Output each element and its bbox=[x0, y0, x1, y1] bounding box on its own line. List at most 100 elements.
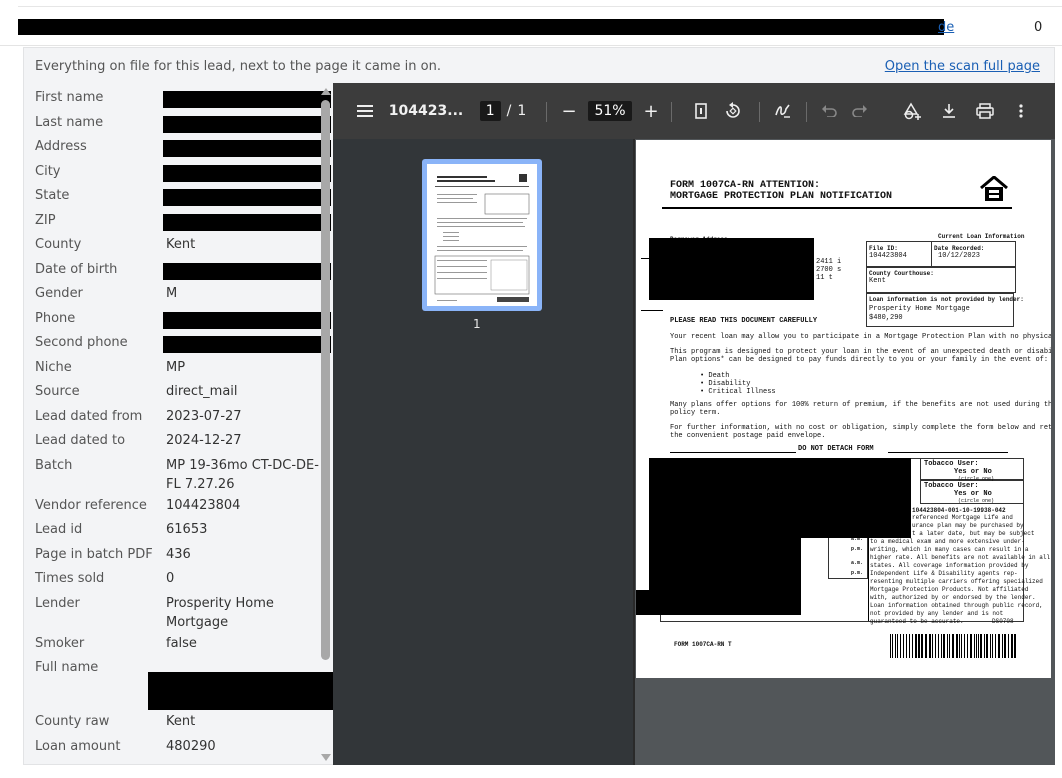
field-row: Times sold 0 bbox=[25, 567, 333, 592]
field-value: Prosperity Home Mortgage bbox=[166, 595, 274, 630]
field-label: Times sold bbox=[35, 571, 105, 586]
thumbnail-page-number: 1 bbox=[473, 317, 481, 331]
field-value: 2023-07-27 bbox=[166, 408, 242, 424]
zoom-in-icon[interactable]: + bbox=[639, 83, 663, 139]
redacted-top-text bbox=[18, 19, 944, 35]
thumbnail-image bbox=[427, 164, 537, 306]
field-label: Date of birth bbox=[35, 261, 118, 277]
field-label: County raw bbox=[35, 714, 110, 729]
download-icon[interactable] bbox=[937, 83, 961, 139]
scroll-down-arrow[interactable] bbox=[321, 754, 331, 761]
undo-icon[interactable] bbox=[817, 83, 841, 139]
field-value: 104423804 bbox=[166, 497, 241, 513]
fine-print-13: not provided by any lender and is not bbox=[870, 610, 1004, 617]
zoom-out-icon[interactable]: − bbox=[557, 83, 581, 139]
field-label: County bbox=[35, 237, 82, 252]
panel-description: Everything on file for this lead, next t… bbox=[35, 59, 441, 74]
field-value bbox=[153, 135, 333, 157]
field-label: First name bbox=[35, 90, 104, 105]
lead-fields-list[interactable]: First name Last name Address City State ZIP Co… bbox=[25, 86, 333, 766]
field-value: 480290 bbox=[166, 738, 216, 754]
date-recorded-value: 10/12/2023 bbox=[938, 252, 981, 260]
paragraph-3a: Many plans offer options for 100% return… bbox=[670, 401, 1051, 409]
viewer-divider bbox=[633, 139, 635, 765]
print-icon[interactable] bbox=[973, 83, 997, 139]
scrollbar-thumb[interactable] bbox=[321, 100, 330, 660]
current-loan-label: Current Loan Information bbox=[938, 233, 1025, 240]
field-label: Address bbox=[35, 139, 87, 154]
pdf-filename: 104423... bbox=[388, 103, 464, 119]
field-label: Second phone bbox=[35, 335, 128, 350]
field-value: 61653 bbox=[166, 522, 208, 537]
doc-footer: FORM 1007CA-RN T bbox=[674, 641, 732, 648]
fine-print-5: writing, which in many cases can result … bbox=[870, 546, 1029, 553]
field-label: Smoker bbox=[35, 635, 85, 651]
field-row: Lead id 61653 bbox=[25, 518, 333, 543]
redacted-reply-1 bbox=[649, 458, 911, 538]
toolbar-separator bbox=[546, 102, 547, 122]
page-number-input[interactable]: 1 bbox=[479, 101, 501, 121]
doc-title-line2: MORTGAGE PROTECTION PLAN NOTIFICATION bbox=[670, 191, 893, 202]
rotate-icon[interactable] bbox=[721, 83, 745, 139]
field-value bbox=[153, 86, 333, 108]
field-label: Last name bbox=[35, 114, 104, 130]
field-value: Kent bbox=[166, 714, 196, 729]
more-options-icon[interactable] bbox=[1009, 83, 1033, 139]
fine-print-divider bbox=[868, 531, 869, 621]
fit-page-icon[interactable] bbox=[689, 83, 713, 139]
page-separator: / bbox=[506, 103, 512, 119]
paragraph-1: Your recent loan may allow you to partic… bbox=[670, 333, 1051, 341]
house-icon bbox=[979, 175, 1009, 207]
field-label: Lead id bbox=[35, 522, 83, 537]
field-row: County raw Kent bbox=[25, 710, 333, 735]
redacted-borrower bbox=[649, 238, 814, 300]
bullet-illness: • Critical Illness bbox=[700, 388, 776, 396]
toolbar-separator bbox=[806, 102, 807, 122]
ds-code: DS0708 bbox=[992, 618, 1014, 625]
field-label: ZIP bbox=[35, 212, 56, 228]
field-row: Last name bbox=[25, 111, 333, 136]
fields-scrollbar[interactable] bbox=[320, 88, 332, 761]
field-row: Page in batch PDF 436 bbox=[25, 543, 333, 568]
fine-print-10: Mortgage Protection Products. Not affili… bbox=[870, 586, 1029, 593]
detach-rule-right bbox=[888, 452, 1008, 453]
redacted-value bbox=[163, 115, 331, 133]
field-value: direct_mail bbox=[166, 384, 238, 399]
redacted-reply-3 bbox=[636, 590, 801, 615]
fine-print-2: urance plan may be purchased by bbox=[912, 522, 1024, 529]
field-value bbox=[153, 160, 333, 182]
field-value: MP 19-36mo CT-DC-DE-FL 7.27.26 bbox=[166, 457, 319, 492]
annotate-icon[interactable] bbox=[771, 83, 795, 139]
fine-print-14: guaranteed to be accurate. bbox=[870, 618, 964, 625]
field-label: Full name bbox=[35, 660, 99, 675]
field-row: Vendor reference 104423804 bbox=[25, 494, 333, 519]
field-label: Lender bbox=[35, 595, 80, 611]
paragraph-4b: the convenient postage paid envelope. bbox=[670, 432, 826, 440]
field-value bbox=[153, 307, 333, 329]
scroll-up-arrow[interactable] bbox=[321, 88, 331, 95]
file-id-value: 104423804 bbox=[869, 252, 907, 260]
redacted-value bbox=[163, 311, 331, 329]
lender-value: Prosperity Home Mortgage bbox=[869, 305, 970, 313]
toolbar-separator bbox=[759, 102, 760, 122]
redacted-value bbox=[163, 336, 331, 353]
detach-label: DO NOT DETACH FORM bbox=[798, 445, 874, 453]
fine-print-8: Independent Life & Disability agents rep… bbox=[870, 570, 1018, 577]
pdf-viewer: 104423... 1 / 1 − 51% + 1 FORM 1007CA-RN… bbox=[333, 83, 1055, 765]
fine-print-6: higher rate. All benefits are not availa… bbox=[870, 554, 1051, 561]
circle-one-2: (circle one) bbox=[958, 498, 995, 504]
zoom-level[interactable]: 51% bbox=[587, 83, 633, 139]
add-shape-icon[interactable] bbox=[901, 83, 925, 139]
top-link[interactable]: de bbox=[938, 20, 954, 35]
open-scan-link[interactable]: Open the scan full page bbox=[885, 59, 1040, 74]
top-count: 0 bbox=[1034, 20, 1043, 35]
redo-icon[interactable] bbox=[848, 83, 872, 139]
fine-print-11: with, authorized by or endorsed by the l… bbox=[870, 594, 1036, 601]
field-row: Phone bbox=[25, 307, 333, 332]
field-value bbox=[153, 331, 333, 353]
field-value bbox=[153, 209, 333, 231]
menu-icon[interactable] bbox=[353, 83, 377, 139]
page-thumbnail[interactable] bbox=[422, 159, 542, 311]
read-carefully: PLEASE READ THIS DOCUMENT CAREFULLY bbox=[670, 317, 818, 325]
field-row: ZIP bbox=[25, 209, 333, 234]
